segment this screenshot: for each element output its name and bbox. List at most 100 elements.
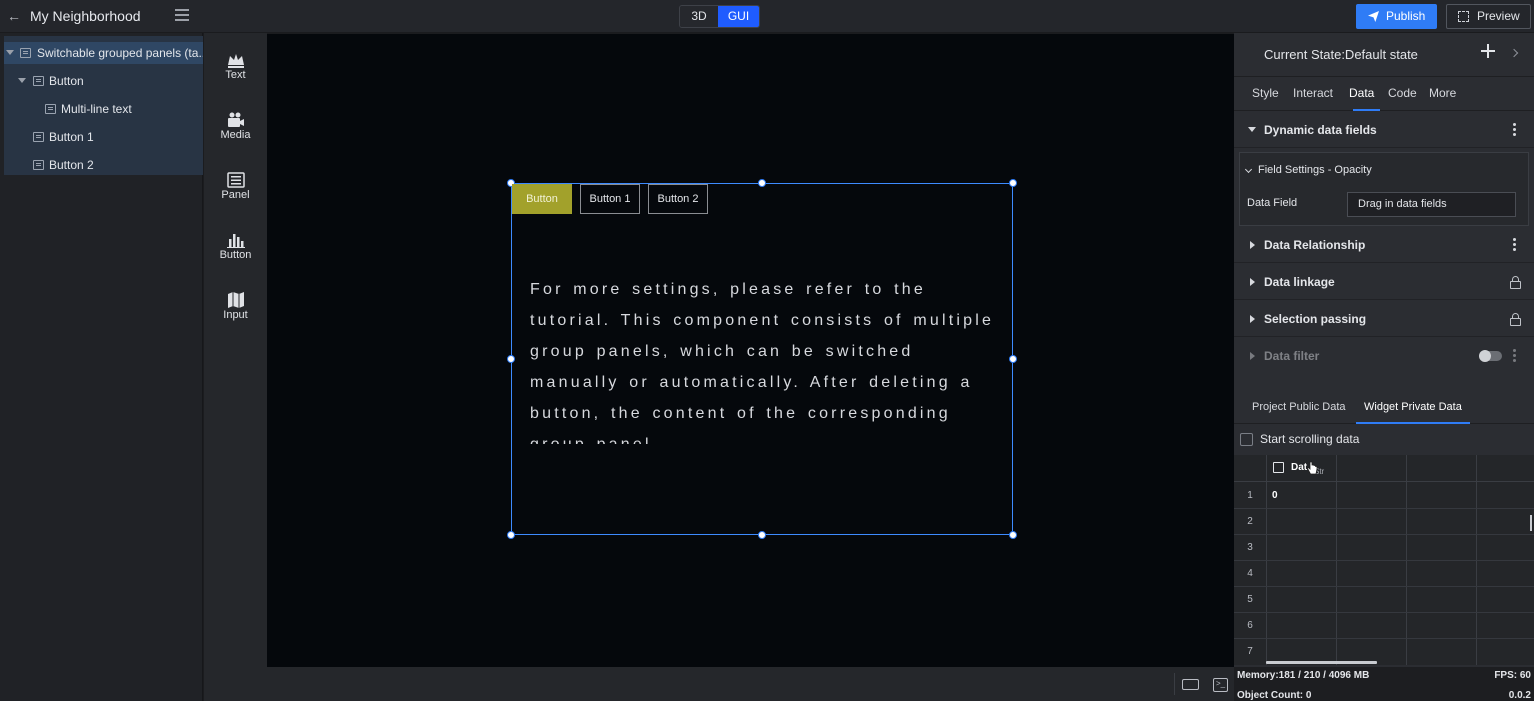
caret-right-icon[interactable] bbox=[1250, 352, 1255, 360]
panel-tab-button[interactable]: Button bbox=[512, 184, 572, 214]
data-filter-toggle[interactable] bbox=[1479, 350, 1502, 362]
current-state-label[interactable]: Current State:Default state bbox=[1264, 47, 1418, 62]
layer-item-button[interactable]: Button bbox=[4, 70, 203, 92]
section-selection-passing[interactable]: Selection passing bbox=[1234, 301, 1534, 337]
layer-item-switchable-panels[interactable]: Switchable grouped panels (ta... bbox=[4, 42, 203, 64]
mode-toggle: 3D GUI bbox=[679, 5, 760, 28]
memory-readout: Memory:181 / 210 / 4096 MB bbox=[1237, 670, 1370, 681]
caret-right-icon[interactable] bbox=[1250, 241, 1255, 249]
grid-row-line bbox=[1234, 612, 1534, 613]
send-icon bbox=[1368, 11, 1379, 22]
project-title: My Neighborhood bbox=[30, 8, 141, 24]
scroll-data-checkbox[interactable] bbox=[1240, 433, 1253, 446]
data-field-dropzone[interactable]: Drag in data fields bbox=[1347, 192, 1516, 217]
text-icon bbox=[45, 104, 56, 114]
layer-item-button-2[interactable]: Button 2 bbox=[4, 154, 203, 176]
widget-text[interactable]: Text bbox=[204, 48, 267, 100]
tab-data[interactable]: Data bbox=[1349, 86, 1374, 100]
scroll-data-label: Start scrolling data bbox=[1260, 432, 1360, 446]
widget-label: Input bbox=[223, 309, 248, 321]
tab-more[interactable]: More bbox=[1429, 86, 1456, 100]
layer-label: Button 1 bbox=[49, 130, 94, 144]
widget-button[interactable]: Button bbox=[204, 228, 267, 280]
layer-label: Button bbox=[49, 74, 84, 88]
section-data-filter[interactable]: Data filter bbox=[1234, 338, 1534, 374]
caret-down-icon[interactable] bbox=[1248, 127, 1256, 132]
resize-handle[interactable] bbox=[1009, 531, 1017, 539]
top-bar: ← My Neighborhood 3D GUI Publish Preview bbox=[0, 0, 1534, 33]
vertical-scrollbar[interactable] bbox=[1530, 515, 1532, 531]
tab-style[interactable]: Style bbox=[1252, 86, 1279, 100]
row-number: 2 bbox=[1247, 516, 1253, 527]
component-icon bbox=[33, 76, 44, 86]
widget-media[interactable]: Media bbox=[204, 108, 267, 160]
add-state-icon[interactable] bbox=[1481, 44, 1495, 58]
section-data-relationship[interactable]: Data Relationship bbox=[1234, 227, 1534, 263]
divider bbox=[1174, 673, 1175, 695]
caret-right-icon[interactable] bbox=[1250, 315, 1255, 323]
hamburger-menu-icon[interactable] bbox=[175, 9, 189, 21]
more-options-icon[interactable] bbox=[1513, 123, 1516, 137]
widget-panel[interactable]: Panel bbox=[204, 168, 267, 220]
horizontal-scrollbar[interactable] bbox=[1266, 661, 1377, 664]
panel-tab-button-1[interactable]: Button 1 bbox=[580, 184, 640, 214]
column-header[interactable]: Dat bbox=[1291, 462, 1307, 473]
keyboard-icon[interactable] bbox=[1182, 679, 1199, 690]
more-options-icon[interactable] bbox=[1513, 349, 1516, 363]
grid-cell[interactable]: 0 bbox=[1272, 490, 1278, 501]
chevron-right-icon[interactable] bbox=[1509, 48, 1519, 58]
map-icon bbox=[228, 292, 244, 308]
column-checkbox[interactable] bbox=[1273, 462, 1284, 473]
resize-handle[interactable] bbox=[1009, 355, 1017, 363]
preview-button[interactable]: Preview bbox=[1446, 4, 1531, 29]
publish-button[interactable]: Publish bbox=[1356, 4, 1437, 29]
layer-item-button-1[interactable]: Button 1 bbox=[4, 126, 203, 148]
grid-header: Dat Str bbox=[1234, 455, 1534, 482]
panel-tab-button-2[interactable]: Button 2 bbox=[648, 184, 708, 214]
layer-group: Switchable grouped panels (ta... Button … bbox=[4, 36, 203, 175]
section-label: Data filter bbox=[1264, 349, 1320, 363]
row-number: 6 bbox=[1247, 620, 1253, 631]
layer-item-multiline-text[interactable]: Multi-line text bbox=[4, 98, 203, 120]
section-label: Selection passing bbox=[1264, 312, 1367, 326]
resize-handle[interactable] bbox=[1009, 179, 1017, 187]
data-source-tabs: Project Public Data Widget Private Data bbox=[1234, 390, 1534, 424]
resize-handle[interactable] bbox=[507, 355, 515, 363]
properties-panel: Current State:Default state Style Intera… bbox=[1234, 33, 1534, 667]
resize-handle[interactable] bbox=[758, 531, 766, 539]
tab-code[interactable]: Code bbox=[1388, 86, 1417, 100]
widget-input[interactable]: Input bbox=[204, 288, 267, 340]
panel-icon bbox=[227, 172, 245, 188]
back-arrow-icon[interactable]: ← bbox=[6, 8, 22, 24]
mode-gui-button[interactable]: GUI bbox=[718, 6, 759, 27]
tab-project-public-data[interactable]: Project Public Data bbox=[1252, 401, 1346, 413]
active-tab-indicator bbox=[1353, 109, 1380, 111]
canvas-status-bar: >_ bbox=[267, 667, 1234, 701]
resize-handle[interactable] bbox=[758, 179, 766, 187]
terminal-icon[interactable]: >_ bbox=[1213, 678, 1228, 692]
media-icon bbox=[228, 112, 244, 127]
widget-label: Button bbox=[219, 249, 252, 261]
widget-label: Text bbox=[225, 69, 246, 81]
caret-down-icon[interactable] bbox=[6, 50, 14, 55]
object-count-readout: Object Count: 0 bbox=[1237, 690, 1312, 701]
field-settings-box: Field Settings - Opacity Data Field Drag… bbox=[1239, 152, 1529, 226]
preview-label: Preview bbox=[1477, 9, 1520, 23]
section-data-linkage[interactable]: Data linkage bbox=[1234, 264, 1534, 300]
section-dynamic-data-fields[interactable]: Dynamic data fields bbox=[1234, 112, 1534, 148]
component-icon bbox=[33, 132, 44, 142]
layer-label: Multi-line text bbox=[61, 102, 132, 116]
chevron-down-icon[interactable] bbox=[1244, 165, 1253, 174]
caret-right-icon[interactable] bbox=[1250, 278, 1255, 286]
more-options-icon[interactable] bbox=[1513, 238, 1516, 252]
tab-interact[interactable]: Interact bbox=[1293, 86, 1333, 100]
data-grid[interactable]: Dat Str 1 2 3 4 5 6 7 0 bbox=[1234, 455, 1534, 665]
mode-3d-button[interactable]: 3D bbox=[680, 6, 718, 27]
layer-label: Switchable grouped panels (ta... bbox=[37, 46, 203, 60]
grid-row-line bbox=[1234, 508, 1534, 509]
tab-widget-private-data[interactable]: Widget Private Data bbox=[1364, 401, 1462, 413]
section-label: Dynamic data fields bbox=[1264, 123, 1377, 137]
caret-down-icon[interactable] bbox=[18, 78, 26, 83]
lock-icon bbox=[1510, 313, 1521, 326]
resize-handle[interactable] bbox=[507, 531, 515, 539]
